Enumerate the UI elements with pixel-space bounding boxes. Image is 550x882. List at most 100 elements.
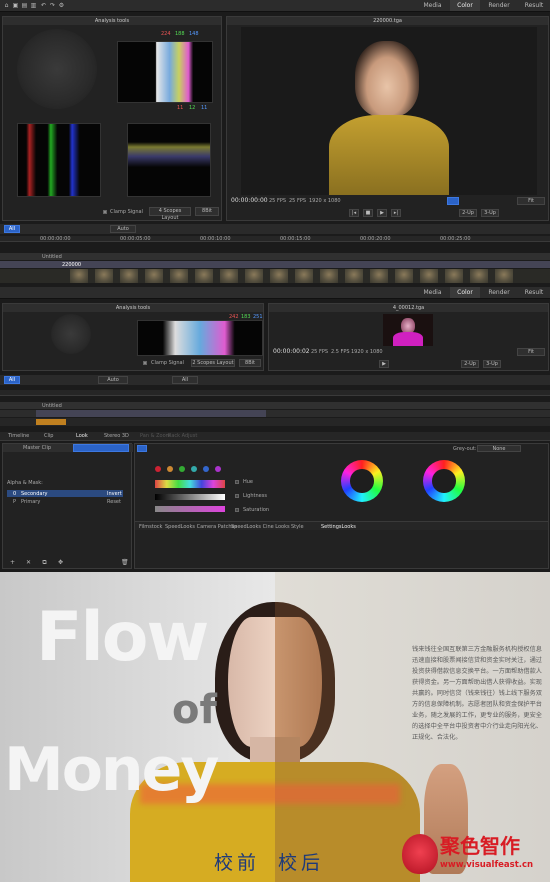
brand-url: www.visualfeast.cn — [440, 860, 534, 870]
saturation-checkbox[interactable] — [235, 508, 239, 512]
tab-media[interactable]: Media — [415, 0, 450, 11]
cyan-swatch[interactable] — [191, 466, 197, 472]
all-filter-button[interactable]: All — [172, 376, 198, 384]
viewer-title-2: 4_00012.tga — [269, 304, 548, 312]
orange-swatch[interactable] — [167, 466, 173, 472]
tab-camera-patches[interactable]: SpeedLooks Camera Patches — [165, 524, 237, 530]
all-button[interactable]: All — [4, 225, 20, 233]
magenta-swatch[interactable] — [215, 466, 221, 472]
clamp-checkbox[interactable] — [103, 210, 107, 214]
timeline-toolbar-2: All Auto All — [0, 375, 550, 385]
grade-mode-button[interactable] — [137, 445, 147, 452]
fps-3: 25 FPS — [311, 349, 329, 355]
undo-icon[interactable]: ↶ — [40, 3, 47, 9]
subject-shirt — [329, 115, 449, 195]
color-wheel-2[interactable] — [423, 460, 465, 502]
tab-pan-zoom[interactable]: Pan & Zoom — [140, 433, 171, 439]
tab-media-2[interactable]: Media — [415, 287, 450, 298]
next-button[interactable]: ▸| — [391, 209, 401, 217]
play-button-2[interactable]: ▶ — [379, 360, 389, 368]
clamp-checkbox-2[interactable] — [143, 361, 147, 365]
flow-title: Flow — [36, 598, 209, 677]
tab-color-2[interactable]: Color — [450, 287, 480, 298]
timeline-toolbar: All Auto — [0, 224, 550, 234]
fit-select-2[interactable]: Fit — [517, 348, 545, 356]
auto-button-2[interactable]: Auto — [98, 376, 128, 384]
ruler-time-4: 00:00:20:00 — [360, 236, 391, 242]
export-icon[interactable]: ▥ — [30, 3, 37, 9]
delete-layer-icon[interactable]: ✕ — [25, 560, 32, 566]
hue-ramp[interactable] — [155, 480, 225, 488]
clip-marker-2[interactable] — [36, 419, 66, 425]
play-button[interactable]: ▶ — [377, 209, 387, 217]
tab-result[interactable]: Result — [518, 0, 550, 11]
three-up-button[interactable]: 3-Up — [481, 209, 499, 217]
blue-swatch[interactable] — [203, 466, 209, 472]
resolution-2: 1920 x 1080 — [351, 349, 383, 355]
layer-name: Primary — [21, 499, 41, 505]
three-up-button-2[interactable]: 3-Up — [483, 360, 501, 368]
clamp-label: Clamp Signal — [110, 209, 143, 215]
tab-render[interactable]: Render — [480, 0, 518, 11]
lightness-checkbox[interactable] — [235, 494, 239, 498]
invert-button[interactable]: Invert — [107, 491, 122, 497]
clip-button[interactable] — [73, 444, 129, 452]
tab-rack[interactable]: Rack Adjust — [168, 433, 197, 439]
reset-button[interactable]: Reset — [107, 499, 121, 505]
master-clip-label[interactable]: Master Clip — [23, 445, 51, 451]
of-title: of — [172, 687, 217, 733]
scopes-layout-select-2[interactable]: 2 Scopes Layout — [191, 359, 235, 367]
add-layer-icon[interactable]: + — [9, 560, 16, 566]
stop-button[interactable]: ■ — [363, 209, 373, 217]
alpha-mask-panel: Master Clip Alpha & Mask: 0 Secondary In… — [2, 443, 133, 569]
layer-row-primary[interactable]: P Primary Reset — [7, 498, 123, 505]
lightness-ramp[interactable] — [155, 494, 225, 500]
prev-button[interactable]: |◂ — [349, 209, 359, 217]
all-button-2[interactable]: All — [4, 376, 20, 384]
tab-look[interactable]: Look — [76, 433, 88, 439]
hue-checkbox[interactable] — [235, 480, 239, 484]
saturation-ramp[interactable] — [155, 506, 225, 512]
tab-timeline[interactable]: Timeline — [8, 433, 29, 439]
two-up-button[interactable]: 2-Up — [459, 209, 477, 217]
auto-button[interactable]: Auto — [110, 225, 136, 233]
duplicate-icon[interactable]: ⧉ — [41, 560, 48, 566]
move-icon[interactable]: ✥ — [57, 560, 64, 566]
color-wheel-1[interactable] — [341, 460, 383, 502]
view-mode-button[interactable] — [447, 197, 459, 205]
rgb-parade — [17, 123, 101, 197]
layer-row-secondary[interactable]: 0 Secondary Invert — [7, 490, 123, 497]
viewer-title: 220000.tga — [227, 17, 548, 25]
tab-filmstock[interactable]: Filmstock — [139, 524, 162, 530]
fit-select[interactable]: Fit — [517, 197, 545, 205]
ruler-time-5: 00:00:25:00 — [440, 236, 471, 242]
sequence-name-2: Untitled — [42, 403, 62, 409]
redo-icon[interactable]: ↷ — [49, 3, 56, 9]
scopes-layout-select[interactable]: 4 Scopes Layout — [149, 207, 191, 221]
tab-result-2[interactable]: Result — [518, 287, 550, 298]
two-up-button-2[interactable]: 2-Up — [461, 360, 479, 368]
tab-stereo[interactable]: Stereo 3D — [104, 433, 129, 439]
clip-bar-2[interactable] — [36, 410, 266, 417]
settings-icon[interactable]: ⚙ — [58, 3, 65, 9]
viewer-image-2 — [383, 314, 433, 346]
green-swatch[interactable] — [179, 466, 185, 472]
red-swatch[interactable] — [155, 466, 161, 472]
home-icon[interactable]: ⌂ — [3, 3, 10, 9]
tab-style[interactable]: Style — [291, 524, 304, 530]
tab-cine-looks[interactable]: SpeedLooks Cine Looks — [231, 524, 290, 530]
subject-face — [355, 41, 419, 117]
grey-out-select[interactable]: None — [477, 445, 521, 452]
tab-settings-looks[interactable]: SettingsLooks — [321, 524, 356, 530]
tab-clip[interactable]: Clip — [44, 433, 53, 439]
tab-color[interactable]: Color — [450, 0, 480, 11]
ruler-time-1: 00:00:05:00 — [120, 236, 151, 242]
tab-render-2[interactable]: Render — [480, 287, 518, 298]
bits-select-2[interactable]: 8Bit — [239, 359, 261, 367]
grey-out-label: Grey-out: — [453, 446, 477, 452]
fps-1: 25 FPS — [269, 198, 287, 204]
bits-select[interactable]: 8Bit — [195, 207, 219, 216]
save-as-icon[interactable]: ▤ — [21, 3, 28, 9]
trash-icon[interactable]: 🗑 — [121, 560, 129, 566]
save-icon[interactable]: ▣ — [12, 3, 19, 9]
